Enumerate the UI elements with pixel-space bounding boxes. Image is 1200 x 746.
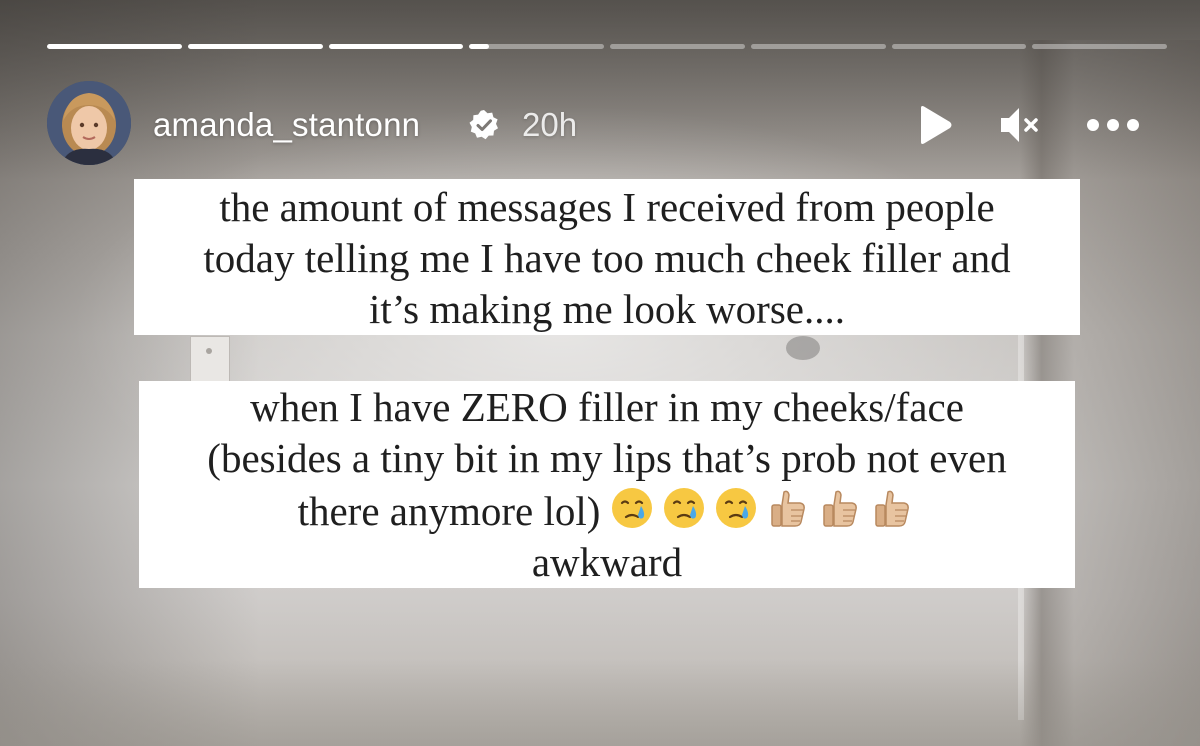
progress-segment	[47, 44, 182, 49]
story-header: amanda_stantonn 20h	[47, 81, 1157, 167]
background-screw	[206, 348, 212, 354]
avatar[interactable]	[47, 81, 131, 165]
background-floor-shadow	[0, 660, 1200, 746]
thumbs-up-icon	[875, 490, 910, 527]
sticker-line: awkward	[531, 539, 683, 585]
progress-segment	[1032, 44, 1167, 49]
sticker-line-text: there anymore lol)	[297, 488, 601, 534]
progress-segment	[610, 44, 745, 49]
story-progress-bar	[47, 44, 1167, 49]
progress-segment	[750, 44, 886, 49]
progress-segment-fill	[469, 44, 490, 49]
text-sticker-second: when I have ZERO filler in my cheeks/fac…	[139, 381, 1075, 588]
crying-face-icon	[612, 488, 653, 528]
progress-segment-fill	[187, 44, 323, 49]
progress-segment	[469, 44, 604, 49]
sticker-line: (besides a tiny bit in my lips that’s pr…	[207, 435, 1007, 481]
verified-badge-icon	[469, 110, 498, 140]
thumbs-up-icon	[771, 490, 806, 527]
play-icon[interactable]	[915, 103, 955, 147]
background-wall-plate	[190, 336, 230, 382]
avatar-image	[47, 81, 131, 165]
sticker-line: it’s making me look worse....	[368, 286, 845, 332]
username[interactable]: amanda_stantonn	[153, 106, 420, 144]
progress-segment	[187, 44, 323, 49]
sticker-line: when I have ZERO filler in my cheeks/fac…	[250, 384, 964, 430]
sticker-line-with-emojis: there anymore lol)	[139, 484, 1075, 537]
progress-segment	[891, 44, 1027, 49]
sticker-line: the amount of messages I received from p…	[219, 184, 995, 230]
progress-segment-fill	[328, 44, 464, 49]
post-time: 20h	[522, 106, 578, 143]
text-sticker-first: the amount of messages I received from p…	[134, 179, 1080, 335]
mute-icon[interactable]	[997, 103, 1043, 147]
progress-segment-fill	[47, 44, 182, 49]
crying-face-icon	[664, 488, 705, 528]
emoji-row	[608, 484, 916, 532]
more-options-icon[interactable]	[1083, 103, 1143, 147]
thumbs-up-icon	[823, 490, 858, 527]
sticker-line: today telling me I have too much cheek f…	[203, 235, 1011, 281]
progress-segment	[328, 44, 464, 49]
crying-face-icon	[716, 488, 757, 528]
background-wall-spot	[786, 336, 820, 360]
